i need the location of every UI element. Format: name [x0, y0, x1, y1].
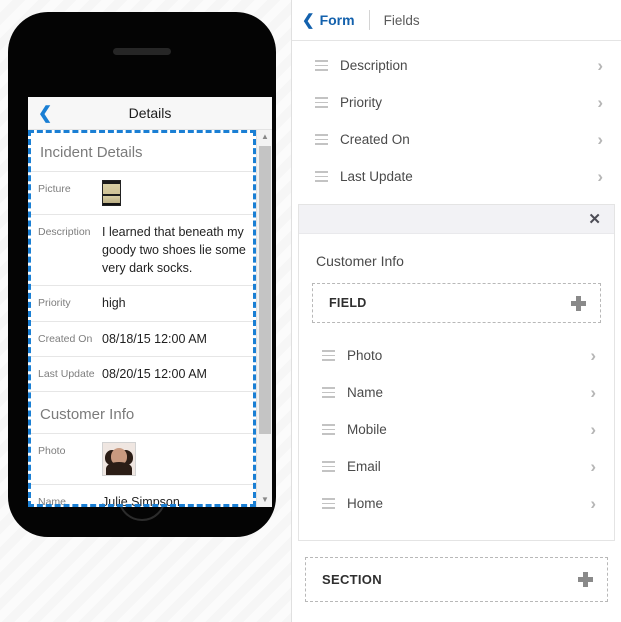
phone-row-value: 08/20/15 12:00 AM — [102, 366, 207, 381]
field-row-mobile[interactable]: Mobile › — [299, 411, 614, 448]
chevron-right-icon[interactable]: › — [597, 131, 603, 148]
phone-speaker — [113, 48, 171, 55]
phone-row-photo[interactable]: Photo — [28, 434, 256, 485]
drag-handle-icon[interactable] — [322, 387, 335, 398]
drag-handle-icon[interactable] — [315, 171, 328, 182]
field-label: Name — [347, 385, 384, 400]
section-field-list: Photo › Name › Mobile › Email › Home › — [299, 323, 614, 540]
phone-row-label: Created On — [38, 332, 93, 345]
phone-row-name[interactable]: Name Julie Simpson — [28, 485, 256, 507]
chevron-right-icon[interactable]: › — [597, 57, 603, 74]
field-row-email[interactable]: Email › — [299, 448, 614, 485]
photo-thumbnail-icon — [102, 441, 136, 476]
phone-section-title-incident: Incident Details — [28, 130, 256, 172]
phone-section-title-customer: Customer Info — [28, 392, 256, 434]
phone-screen: ❮ Details Incident Details Picture Descr… — [28, 97, 272, 507]
header-divider — [368, 10, 370, 30]
tab-fields[interactable]: Fields — [384, 13, 420, 28]
field-row-home[interactable]: Home › — [299, 485, 614, 522]
field-row-name[interactable]: Name › — [299, 374, 614, 411]
drag-handle-icon[interactable] — [322, 424, 335, 435]
field-row-last-update[interactable]: Last Update › — [292, 158, 621, 195]
phone-frame: ❮ Details Incident Details Picture Descr… — [8, 12, 276, 537]
phone-row-picture[interactable]: Picture — [28, 172, 256, 215]
scrollbar-thumb[interactable] — [259, 146, 271, 434]
phone-row-value — [102, 180, 246, 206]
field-label: Created On — [340, 132, 410, 147]
phone-row-label: Description — [38, 226, 91, 238]
add-field-button[interactable]: FIELD — [312, 283, 601, 323]
phone-row-label: Name — [38, 495, 67, 507]
phone-row-last-update[interactable]: Last Update 08/20/15 12:00 AM — [28, 357, 256, 392]
plus-icon[interactable] — [571, 295, 586, 311]
phone-row-value — [102, 441, 246, 476]
field-row-created-on[interactable]: Created On › — [292, 121, 621, 158]
field-label: Email — [347, 459, 381, 474]
phone-navbar: ❮ Details — [28, 97, 272, 130]
chevron-right-icon[interactable]: › — [590, 384, 596, 401]
field-label: Home — [347, 496, 384, 511]
field-row-priority[interactable]: Priority › — [292, 84, 621, 121]
section-card-topbar: ✕ — [299, 205, 614, 234]
section-card-title: Customer Info — [316, 253, 404, 269]
phone-page-title: Details — [128, 105, 172, 121]
top-field-list: Description › Priority › Created On › La… — [292, 41, 621, 195]
chevron-right-icon[interactable]: › — [590, 421, 596, 438]
field-row-description[interactable]: Description › — [292, 47, 621, 84]
section-card-customer-info: ✕ Customer Info FIELD Photo › Name › Mob… — [298, 204, 615, 541]
phone-row-value: I learned that beneath my goody two shoe… — [102, 225, 246, 276]
picture-thumbnail-icon — [102, 180, 121, 206]
phone-row-value: high — [102, 296, 126, 311]
chevron-right-icon[interactable]: › — [590, 347, 596, 364]
field-label: Mobile — [347, 422, 387, 437]
phone-row-value: Julie Simpson — [102, 494, 180, 507]
app-root: ❮ Details Incident Details Picture Descr… — [0, 0, 621, 622]
phone-row-label: Photo — [38, 444, 66, 457]
drag-handle-icon[interactable] — [315, 97, 328, 108]
phone-preview-pane: ❮ Details Incident Details Picture Descr… — [0, 0, 291, 622]
field-label: Last Update — [340, 169, 413, 184]
breadcrumb-form[interactable]: Form — [320, 12, 355, 28]
chevron-right-icon[interactable]: › — [590, 495, 596, 512]
phone-row-label: Priority — [38, 297, 71, 310]
add-field-label: FIELD — [329, 296, 367, 310]
phone-row-priority[interactable]: Priority high — [28, 286, 256, 322]
chevron-right-icon[interactable]: › — [590, 458, 596, 475]
drag-handle-icon[interactable] — [315, 60, 328, 71]
phone-scrollbar[interactable]: ▲ ▼ — [256, 130, 272, 507]
phone-row-value: 08/18/15 12:00 AM — [102, 331, 207, 346]
chevron-left-icon[interactable]: ❮ — [302, 13, 315, 28]
add-section-button[interactable]: SECTION — [305, 557, 608, 602]
chevron-right-icon[interactable]: › — [597, 168, 603, 185]
add-section-wrap: SECTION — [305, 557, 608, 602]
field-label: Photo — [347, 348, 383, 363]
phone-form-body: Incident Details Picture Description I l… — [28, 130, 256, 507]
scroll-up-arrow-icon[interactable]: ▲ — [257, 130, 272, 144]
drag-handle-icon[interactable] — [322, 498, 335, 509]
drag-handle-icon[interactable] — [322, 350, 335, 361]
phone-row-label: Last Update — [38, 367, 95, 380]
field-row-photo[interactable]: Photo › — [299, 337, 614, 374]
field-label: Description — [340, 58, 408, 73]
phone-row-created-on[interactable]: Created On 08/18/15 12:00 AM — [28, 322, 256, 357]
scroll-down-arrow-icon[interactable]: ▼ — [257, 493, 272, 507]
add-section-label: SECTION — [322, 572, 382, 587]
plus-icon[interactable] — [578, 572, 593, 587]
chevron-left-icon[interactable]: ❮ — [38, 105, 52, 122]
drag-handle-icon[interactable] — [315, 134, 328, 145]
drag-handle-icon[interactable] — [322, 461, 335, 472]
phone-row-description[interactable]: Description I learned that beneath my go… — [28, 215, 256, 287]
close-icon[interactable]: ✕ — [588, 212, 601, 227]
phone-row-label: Picture — [38, 183, 71, 195]
editor-header: ❮ Form Fields — [292, 0, 621, 41]
field-label: Priority — [340, 95, 383, 110]
form-editor-pane: ❮ Form Fields Description › Priority › C… — [291, 0, 621, 622]
chevron-right-icon[interactable]: › — [597, 94, 603, 111]
